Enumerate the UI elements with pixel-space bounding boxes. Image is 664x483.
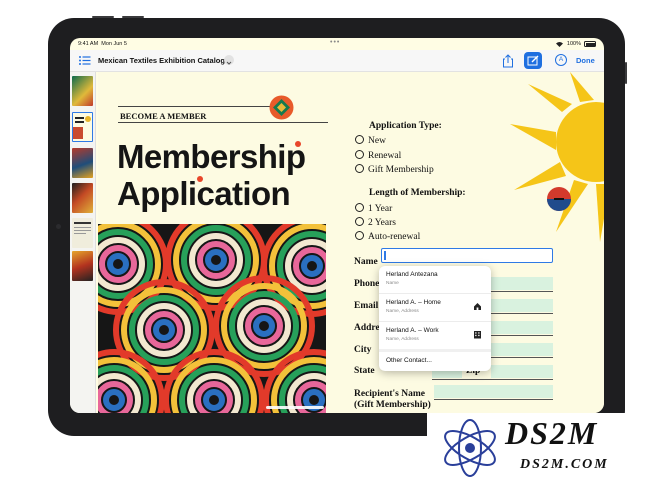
toolbar: Mexican Textiles Exhibition Catalog A Do… xyxy=(70,50,604,72)
radio-icon[interactable] xyxy=(355,217,364,226)
status-right: 100% xyxy=(555,41,596,47)
atom-logo-icon xyxy=(444,419,496,477)
screen: 9:41 AM Mon Jun 5 ••• 100% Mexican Texti… xyxy=(70,38,604,413)
page-thumbnail[interactable] xyxy=(72,251,93,281)
autofill-popup: Herland Antezana Name Herland A. – Home … xyxy=(379,266,491,371)
radio-icon[interactable] xyxy=(355,135,364,144)
building-icon xyxy=(474,331,481,339)
home-icon xyxy=(474,303,481,310)
status-bar: 9:41 AM Mon Jun 5 ••• 100% xyxy=(70,38,604,50)
field-underline xyxy=(432,379,553,380)
page-thumbnail[interactable] xyxy=(72,76,93,106)
radio-2-years[interactable]: 2 Years xyxy=(355,217,396,228)
done-button[interactable]: Done xyxy=(576,56,595,65)
front-camera xyxy=(56,224,61,229)
markup-icon xyxy=(527,55,539,66)
home-indicator xyxy=(266,406,324,409)
multitasking-dots-icon[interactable]: ••• xyxy=(330,39,340,46)
phone-field[interactable] xyxy=(491,277,553,290)
watermark-logo: DS2M DS2M.COM xyxy=(427,413,664,483)
label-recipient-name: Recipient's Name (Gift Membership) xyxy=(354,389,431,410)
chevron-down-icon[interactable] xyxy=(224,55,234,65)
field-underline xyxy=(491,291,553,292)
label-phone: Phone xyxy=(354,279,380,289)
radio-auto-renewal[interactable]: Auto-renewal xyxy=(355,231,420,242)
textile-medallion xyxy=(547,187,571,211)
page-thumbnails xyxy=(70,72,96,413)
side-button xyxy=(625,62,627,84)
autofill-option[interactable]: Herland A. – Home Name, Address xyxy=(379,294,491,321)
application-type-heading: Application Type: xyxy=(369,121,442,131)
document-page: BECOME A MEMBER Membership Application A… xyxy=(98,72,604,413)
label-city: City xyxy=(354,345,372,355)
radio-icon[interactable] xyxy=(355,164,364,173)
radio-renewal[interactable]: Renewal xyxy=(355,150,401,161)
page-thumbnail-selected[interactable] xyxy=(72,112,93,142)
stage: 9:41 AM Mon Jun 5 ••• 100% Mexican Texti… xyxy=(0,0,664,483)
recipient-name-field[interactable] xyxy=(434,385,553,398)
top-button xyxy=(92,16,114,18)
page-thumbnail[interactable] xyxy=(72,183,93,213)
textile-badge xyxy=(269,95,294,120)
other-contact-option[interactable]: Other Contact... xyxy=(379,352,491,371)
field-underline xyxy=(434,399,553,400)
divider xyxy=(118,122,328,123)
name-input[interactable] xyxy=(381,248,553,263)
document-title[interactable]: Mexican Textiles Exhibition Catalog xyxy=(98,56,225,65)
field-underline xyxy=(491,313,553,314)
markup-button[interactable] xyxy=(524,52,542,69)
radio-icon[interactable] xyxy=(355,203,364,212)
field-underline xyxy=(491,335,553,336)
radio-new[interactable]: New xyxy=(355,135,386,146)
autofill-option[interactable]: Herland A. – Work Name, Address xyxy=(379,322,491,349)
radio-1-year[interactable]: 1 Year xyxy=(355,203,392,214)
field-underline xyxy=(491,357,553,358)
watermark-url: DS2M.COM xyxy=(520,457,609,472)
eyebrow-text: BECOME A MEMBER xyxy=(120,111,207,121)
email-field[interactable] xyxy=(491,299,553,312)
radio-icon[interactable] xyxy=(355,150,364,159)
watermark-title: DS2M xyxy=(505,415,599,451)
textile-artwork xyxy=(98,224,326,413)
divider xyxy=(118,106,280,107)
zip-field[interactable] xyxy=(491,365,553,378)
radio-icon[interactable] xyxy=(355,231,364,240)
page-title-line1: Membership xyxy=(117,138,306,175)
radio-gift-membership[interactable]: Gift Membership xyxy=(355,164,434,175)
autofill-option[interactable]: Herland Antezana Name xyxy=(379,266,491,293)
label-state: State xyxy=(354,366,375,376)
city-field[interactable] xyxy=(491,343,553,356)
share-icon[interactable] xyxy=(502,54,514,68)
wifi-icon xyxy=(555,42,563,47)
page-title-line2: Application xyxy=(117,175,291,212)
dot-accent xyxy=(197,176,203,182)
battery-icon xyxy=(584,41,596,47)
status-time: 9:41 AM Mon Jun 5 xyxy=(78,41,127,47)
label-name: Name xyxy=(354,257,378,267)
membership-length-heading: Length of Membership: xyxy=(369,188,466,198)
address-field[interactable] xyxy=(491,321,553,334)
dot-accent xyxy=(295,141,301,147)
autofill-icon[interactable]: A xyxy=(555,54,567,66)
sidebar-toggle-icon[interactable] xyxy=(78,54,92,67)
sun-decoration xyxy=(510,72,604,242)
text-caret xyxy=(384,251,386,260)
battery-percent: 100% xyxy=(566,41,581,47)
page-thumbnail[interactable] xyxy=(72,218,93,248)
page-thumbnail[interactable] xyxy=(72,148,93,178)
label-email: Email xyxy=(354,301,379,311)
top-button xyxy=(122,16,144,18)
